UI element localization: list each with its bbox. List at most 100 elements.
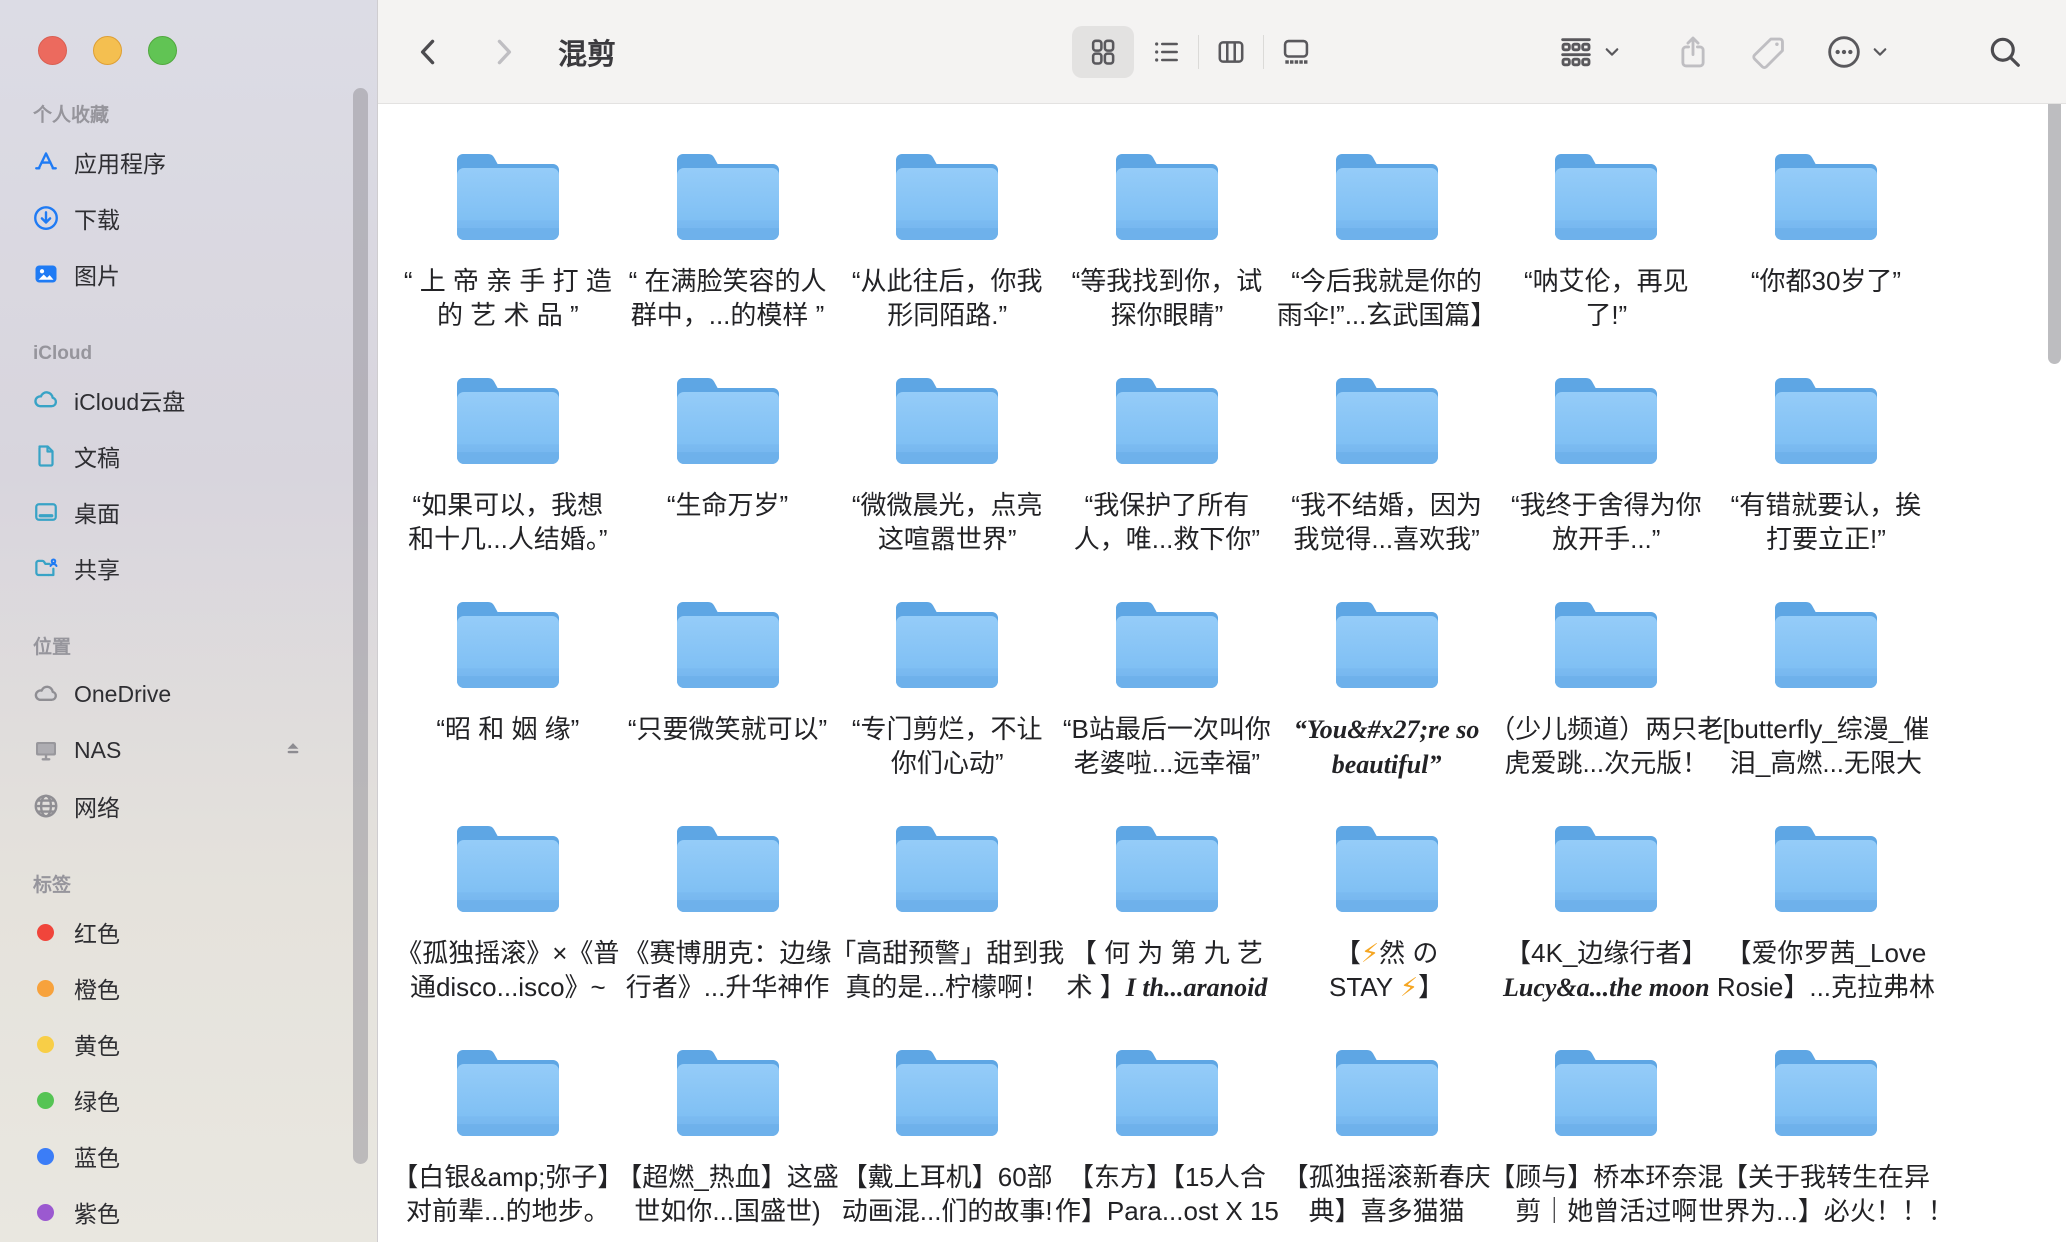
folder-item[interactable]: “昭 和 姻 缘” [398, 552, 618, 776]
folder-name: “我终于舍得为你放开手...” [1535, 488, 1678, 556]
tag-color-dot [37, 1092, 54, 1109]
folder-item[interactable]: “我保护了所有人，唯...救下你” [1057, 328, 1277, 552]
sidebar-item-photos[interactable]: 图片 [0, 246, 377, 302]
folder-item[interactable]: 「高甜预警」甜到我真的是...柠檬啊！ [837, 776, 1057, 1000]
folder-name: 《孤独摇滚》×《普通disco...isco》~ [420, 936, 595, 1004]
folder-item[interactable]: “从此往后，你我形同陌路.” [837, 104, 1057, 328]
folder-name: 【白银&amp;弥子】对前辈...的地步。 [416, 1160, 599, 1228]
sidebar-item-nas[interactable]: NAS [0, 722, 377, 778]
document-icon [31, 441, 61, 471]
folder-item[interactable]: “微微晨光，点亮这喧嚣世界” [837, 328, 1057, 552]
close-button[interactable] [38, 36, 67, 65]
network-icon [31, 791, 61, 821]
tag-color-dot [37, 1148, 54, 1165]
sidebar-item-label: OneDrive [74, 681, 171, 708]
folder-item[interactable]: “呐艾伦，再见了!” [1496, 104, 1716, 328]
sidebar-scrollbar[interactable] [353, 88, 368, 1164]
folder-grid: “ 上 帝 亲 手 打 造的 艺 术 品 ”“ 在满脸笑容的人群中，...的模样… [378, 104, 2066, 1224]
folder-item[interactable]: 【戴上耳机】60部动画混...们的故事! [837, 1000, 1057, 1224]
folder-item[interactable]: “如果可以，我想和十几...人结婚。” [398, 328, 618, 552]
folder-item[interactable]: 【超燃_热血】这盛世如你...国盛世) [618, 1000, 838, 1224]
folder-name: “昭 和 姻 缘” [460, 712, 555, 746]
folder-name: “只要微笑就可以” [652, 712, 803, 746]
folder-item[interactable]: “我终于舍得为你放开手...” [1496, 328, 1716, 552]
folder-item[interactable]: “有错就要认，挨打要立正!” [1716, 328, 1936, 552]
folder-icon [1766, 594, 1886, 694]
sidebar-item-label: 黄色 [74, 1027, 120, 1061]
shared-folder-icon [31, 553, 61, 583]
folder-item[interactable]: “ 上 帝 亲 手 打 造的 艺 术 品 ” [398, 104, 618, 328]
folder-item[interactable]: “只要微笑就可以” [618, 552, 838, 776]
folder-item[interactable]: [butterfly_综漫_催泪_高燃...无限大 [1716, 552, 1936, 776]
sidebar-item-label: 网络 [74, 789, 120, 823]
folder-item[interactable]: 【⚡然 のSTAY ⚡】 [1277, 776, 1497, 1000]
folder-icon [668, 1042, 788, 1142]
sidebar-item-appstore[interactable]: 应用程序 [0, 134, 377, 190]
view-switcher [1072, 0, 1319, 103]
folder-name: “我不结婚，因为我觉得...喜欢我” [1315, 488, 1458, 556]
column-view-button[interactable] [1208, 26, 1254, 78]
folder-item[interactable]: “ 在满脸笑容的人群中，...的模样 ” [618, 104, 838, 328]
tag-button[interactable] [1750, 0, 1788, 103]
sidebar-item-icloud[interactable]: iCloud云盘 [0, 372, 377, 428]
download-icon [31, 203, 61, 233]
sidebar-item-绿色[interactable]: 绿色 [0, 1072, 377, 1128]
forward-button[interactable] [486, 35, 520, 69]
sidebar-item-黄色[interactable]: 黄色 [0, 1016, 377, 1072]
folder-item[interactable]: “生命万岁” [618, 328, 838, 552]
sidebar-item-紫色[interactable]: 紫色 [0, 1184, 377, 1240]
sidebar-item-橙色[interactable]: 橙色 [0, 960, 377, 1016]
folder-item[interactable]: “专门剪烂，不让你们心动” [837, 552, 1057, 776]
share-button[interactable] [1674, 0, 1712, 103]
folder-icon [1107, 1042, 1227, 1142]
minimize-button[interactable] [93, 36, 122, 65]
folder-item[interactable]: 【孤独摇滚新春庆典】喜多猫猫 [1277, 1000, 1497, 1224]
folder-name: 【⚡然 のSTAY ⚡】 [1353, 936, 1420, 1004]
group-button[interactable] [1556, 0, 1621, 103]
folder-name: “专门剪烂，不让你们心动” [876, 712, 1019, 780]
sidebar-item-shared-folder[interactable]: 共享 [0, 540, 377, 596]
sidebar-item-document[interactable]: 文稿 [0, 428, 377, 484]
folder-item[interactable]: “我不结婚，因为我觉得...喜欢我” [1277, 328, 1497, 552]
sidebar-item-download[interactable]: 下载 [0, 190, 377, 246]
folder-icon [1327, 1042, 1447, 1142]
folder-item[interactable]: “今后我就是你的雨伞!”...玄武国篇】 [1277, 104, 1497, 328]
grid-view-button[interactable] [1072, 26, 1134, 78]
more-button[interactable] [1824, 0, 1889, 103]
zoom-button[interactable] [148, 36, 177, 65]
folder-item[interactable]: 【白银&amp;弥子】对前辈...的地步。 [398, 1000, 618, 1224]
folder-item[interactable]: 《孤独摇滚》×《普通disco...isco》~ [398, 776, 618, 1000]
sidebar-item-红色[interactable]: 红色 [0, 904, 377, 960]
chevron-down-icon [1603, 43, 1621, 61]
list-view-button[interactable] [1143, 26, 1189, 78]
sidebar-item-label: 绿色 [74, 1083, 120, 1117]
folder-item[interactable]: 【爱你罗茜_LoveRosie】...克拉弗林 [1716, 776, 1936, 1000]
folder-item[interactable]: 【东方】【15人合作】Para...ost X 15 [1057, 1000, 1277, 1224]
folder-icon [448, 146, 568, 246]
folder-item[interactable]: 【关于我转生在异世界为...】必火！！！ [1716, 1000, 1936, 1224]
sidebar-item-onedrive[interactable]: OneDrive [0, 666, 377, 722]
folder-item[interactable]: 【顾与】桥本环奈混剪｜她曾活过啊 [1496, 1000, 1716, 1224]
folder-item[interactable]: “B站最后一次叫你老婆啦...远幸福” [1057, 552, 1277, 776]
sidebar-item-network[interactable]: 网络 [0, 778, 377, 834]
folder-item[interactable]: “等我找到你，试探你眼睛” [1057, 104, 1277, 328]
back-button[interactable] [412, 35, 446, 69]
folder-icon [887, 146, 1007, 246]
sidebar-item-desktop[interactable]: 桌面 [0, 484, 377, 540]
folder-icon [668, 370, 788, 470]
folder-item[interactable]: 【 何 为 第 九 艺术 】I th...aranoid [1057, 776, 1277, 1000]
eject-icon[interactable] [280, 737, 306, 763]
folder-item[interactable]: “You&#x27;re sobeautiful” [1277, 552, 1497, 776]
search-button[interactable] [1986, 0, 2024, 103]
folder-item[interactable]: 【4K_边缘行者】Lucy&a...the moon [1496, 776, 1716, 1000]
folder-name: （少儿频道）两只老虎爱跳...次元版！ [1513, 712, 1699, 780]
folder-item[interactable]: 《赛博朋克：边缘行者》...升华神作 [618, 776, 838, 1000]
sidebar-item-label: 橙色 [74, 971, 120, 1005]
folder-name: “呐艾伦，再见了!” [1548, 264, 1665, 332]
folder-item[interactable]: （少儿频道）两只老虎爱跳...次元版！ [1496, 552, 1716, 776]
content-scrollbar[interactable] [2048, 104, 2061, 364]
appstore-icon [31, 147, 61, 177]
folder-item[interactable]: “你都30岁了” [1716, 104, 1936, 328]
gallery-view-button[interactable] [1273, 26, 1319, 78]
sidebar-item-蓝色[interactable]: 蓝色 [0, 1128, 377, 1184]
